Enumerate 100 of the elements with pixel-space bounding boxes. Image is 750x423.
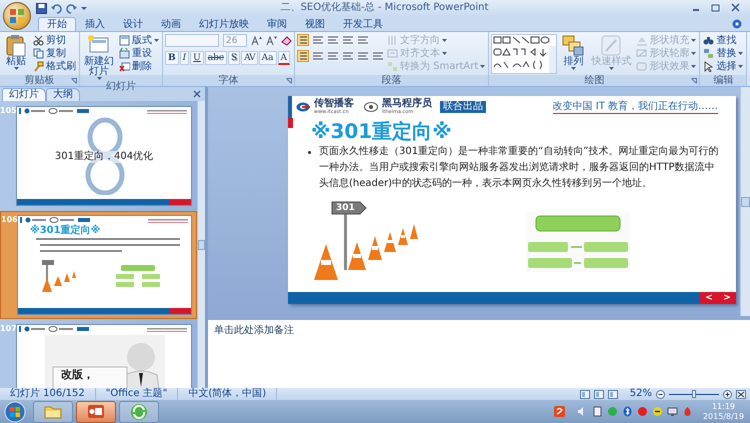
ribbon-button[interactable]: 格式刷	[32, 60, 77, 73]
start-button[interactable]	[4, 400, 26, 422]
panel-tab[interactable]: 大纲	[46, 88, 80, 101]
ribbon-tab[interactable]: 视图	[296, 17, 334, 31]
monitor-icon[interactable]	[666, 406, 678, 417]
dialog-launcher-icon[interactable]	[691, 78, 698, 84]
format-button[interactable]: U	[190, 51, 204, 65]
ribbon-button[interactable]: 替换	[702, 47, 744, 60]
scrollbar[interactable]	[197, 101, 205, 388]
dialog-launcher-icon[interactable]	[71, 78, 77, 84]
panel-tab[interactable]: 幻灯片	[2, 88, 46, 101]
scrollbar[interactable]	[740, 87, 750, 316]
presentation-icon	[87, 403, 105, 420]
slide-list-item[interactable]: 107 改版，	[0, 321, 197, 388]
format-button[interactable]: abc	[204, 51, 227, 65]
zoom-out-icon[interactable]	[656, 390, 665, 398]
replace-icon	[703, 48, 714, 59]
ribbon-button[interactable]: 排列	[559, 34, 588, 71]
slide-thumbnail[interactable]: 301重定向，404优化	[16, 106, 192, 206]
format-button[interactable]: AV	[241, 51, 258, 65]
ribbon-button[interactable]: 查找	[702, 34, 744, 47]
list-icon[interactable]	[297, 50, 309, 62]
format-button[interactable]: Aa	[258, 51, 277, 65]
ribbon-button[interactable]: 剪切	[32, 34, 77, 47]
paragraph-format-icon[interactable]	[327, 34, 339, 46]
slider-thumb[interactable]	[692, 390, 696, 398]
nav-arrow[interactable]: <	[705, 292, 713, 304]
format-button[interactable]: S	[228, 51, 240, 65]
fit-window-icon[interactable]	[736, 390, 746, 398]
slogan-text: 改变中国 IT 教育，我们正在行动……	[552, 100, 718, 114]
ribbon-button[interactable]: 粘贴	[2, 34, 30, 71]
ribbon-button[interactable]: 删除	[118, 60, 160, 73]
shrink-font-icon[interactable]	[266, 35, 277, 46]
eraser-icon[interactable]	[281, 35, 292, 46]
format-button[interactable]: I	[180, 51, 190, 65]
dialog-launcher-icon[interactable]	[286, 78, 292, 84]
sign-label: 301	[336, 202, 355, 214]
taskbar-button[interactable]	[76, 400, 116, 422]
office-logo-icon	[9, 8, 25, 24]
slide-number: 107	[0, 324, 16, 335]
taskbar-button[interactable]	[119, 400, 159, 422]
paragraph-format-icon[interactable]	[357, 50, 369, 62]
thumbnail-title: ※301重定向※	[30, 225, 102, 236]
paragraph-format-icon[interactable]	[312, 34, 324, 46]
ribbon-tab[interactable]: 插入	[76, 17, 114, 31]
status-dot-icon[interactable]	[606, 406, 618, 417]
list-icon[interactable]	[297, 34, 309, 46]
nav-arrow[interactable]: >	[723, 292, 731, 304]
input-method-icon[interactable]	[554, 406, 565, 417]
ribbon-button[interactable]: 复制	[32, 47, 77, 60]
cursor-icon	[703, 61, 714, 72]
save-icon[interactable]	[36, 2, 47, 14]
slide-thumbnail[interactable]: 改版，	[16, 324, 192, 388]
group-label: 段落	[382, 75, 402, 86]
refresh-globe-icon	[130, 403, 148, 420]
help-icon[interactable]	[732, 18, 742, 28]
slide-title: ※301重定向※	[311, 118, 452, 144]
group-label: 幻灯片	[106, 81, 136, 92]
arrange-icon	[561, 34, 586, 57]
undo-icon[interactable]	[51, 2, 62, 14]
ribbon-button[interactable]: 选择	[702, 60, 744, 73]
paragraph-format-icon[interactable]	[312, 50, 324, 62]
ribbon-button[interactable]: 重设	[118, 47, 160, 60]
paragraph-format-icon[interactable]	[372, 50, 384, 62]
ribbon-tab[interactable]: 设计	[114, 17, 152, 31]
bullet-icon	[308, 151, 311, 154]
notes-pane[interactable]: 单击此处添加备注	[208, 316, 750, 388]
paragraph-format-icon[interactable]	[357, 34, 369, 46]
group-label: 剪贴板	[24, 75, 54, 86]
bluetooth-icon[interactable]	[622, 406, 633, 417]
ribbon-button[interactable]: 新建幻灯片	[82, 34, 116, 81]
ribbon-tab[interactable]: 开发工具	[334, 17, 392, 31]
paragraph-format-icon[interactable]	[342, 50, 354, 62]
redo-icon[interactable]	[66, 2, 77, 14]
copy-icon	[33, 48, 44, 59]
grow-font-icon[interactable]	[251, 35, 262, 46]
ribbon-tab[interactable]: 开始	[38, 17, 76, 31]
network-icon[interactable]	[592, 406, 603, 417]
normal-view-icon[interactable]	[580, 390, 590, 398]
taskbar-button[interactable]	[33, 400, 73, 422]
ribbon-tab[interactable]: 动画	[152, 17, 190, 31]
font-name-field[interactable]	[165, 34, 219, 47]
ribbon-button[interactable]: 版式	[118, 34, 160, 47]
format-button[interactable]: B	[165, 51, 179, 65]
logo-text: 黑马程序员	[382, 99, 432, 109]
ribbon-tab[interactable]: 幻灯片放映	[190, 17, 258, 31]
slideshow-icon[interactable]	[608, 390, 618, 398]
effects-icon	[636, 61, 648, 72]
close-icon[interactable]	[193, 90, 201, 98]
group-label: 绘图	[584, 75, 604, 86]
ribbon-tab[interactable]: 审阅	[258, 17, 296, 31]
slide-list-item[interactable]: 105 301重定向，404优化	[0, 103, 197, 209]
customize-caret-icon[interactable]	[81, 5, 87, 11]
zoom-level[interactable]: 52%	[630, 388, 652, 400]
shapes-gallery[interactable]	[491, 34, 558, 74]
format-button[interactable]: A	[278, 51, 290, 65]
paragraph-format-icon[interactable]	[342, 34, 354, 46]
zoom-in-icon[interactable]	[723, 390, 732, 398]
sorter-view-icon[interactable]	[594, 390, 604, 398]
paragraph-format-icon[interactable]	[327, 50, 339, 62]
